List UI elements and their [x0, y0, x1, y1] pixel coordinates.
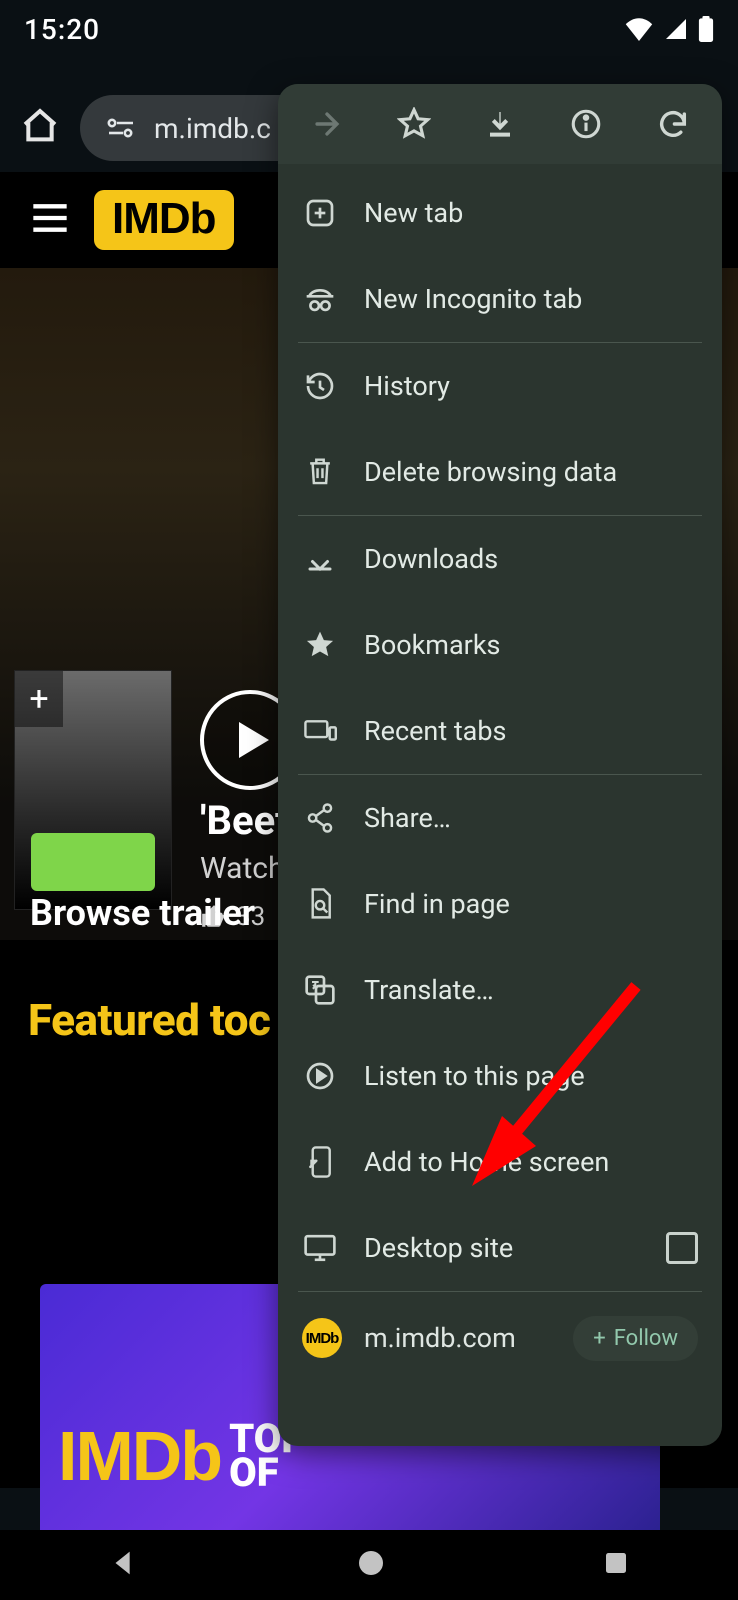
wifi-icon — [624, 17, 654, 41]
menu-item-label: New Incognito tab — [364, 283, 582, 315]
menu-item-label: Listen to this page — [364, 1060, 585, 1092]
play-icon — [239, 722, 269, 758]
find-in-page-icon — [302, 887, 338, 921]
nav-back-icon[interactable] — [107, 1546, 141, 1584]
menu-item-label: Desktop site — [364, 1232, 513, 1264]
trash-icon — [302, 456, 338, 488]
forward-icon[interactable] — [297, 94, 357, 154]
downloads-icon — [302, 544, 338, 574]
nav-recents-icon[interactable] — [601, 1548, 631, 1582]
imdb-logo[interactable]: IMDb — [94, 190, 234, 250]
poster-artwork — [31, 833, 156, 891]
menu-item-label: Bookmarks — [364, 629, 500, 661]
desktop-icon — [302, 1233, 338, 1263]
menu-item-delete-data[interactable]: Delete browsing data — [278, 429, 722, 515]
menu-list: New tab New Incognito tab History Delete… — [278, 164, 722, 1384]
hero-subtitle: Watch — [200, 851, 285, 886]
home-icon[interactable] — [20, 106, 60, 150]
menu-item-share[interactable]: Share… — [278, 775, 722, 861]
site-settings-icon — [106, 116, 136, 140]
menu-item-add-home[interactable]: Add to Home screen — [278, 1119, 722, 1205]
browse-trailers-heading[interactable]: Browse trailer — [30, 892, 255, 934]
menu-item-incognito[interactable]: New Incognito tab — [278, 256, 722, 342]
menu-item-bookmarks[interactable]: Bookmarks — [278, 602, 722, 688]
refresh-icon[interactable] — [643, 94, 703, 154]
new-tab-icon — [302, 197, 338, 229]
menu-item-downloads[interactable]: Downloads — [278, 516, 722, 602]
menu-item-label: Translate… — [364, 974, 494, 1006]
poster-card[interactable]: + — [14, 670, 172, 910]
browser-menu: New tab New Incognito tab History Delete… — [278, 84, 722, 1446]
menu-site-row[interactable]: IMDb m.imdb.com + Follow — [278, 1292, 722, 1384]
menu-item-recent-tabs[interactable]: Recent tabs — [278, 688, 722, 774]
site-favicon: IMDb — [302, 1318, 342, 1358]
battery-icon — [698, 16, 714, 42]
download-icon[interactable] — [470, 94, 530, 154]
menu-item-find-in-page[interactable]: Find in page — [278, 861, 722, 947]
menu-top-row — [278, 84, 722, 164]
plus-icon: + — [593, 1326, 605, 1351]
nav-home-icon[interactable] — [355, 1547, 387, 1583]
history-icon — [302, 370, 338, 402]
menu-item-listen[interactable]: Listen to this page — [278, 1033, 722, 1119]
menu-item-translate[interactable]: Translate… — [278, 947, 722, 1033]
menu-item-history[interactable]: History — [278, 343, 722, 429]
hamburger-icon[interactable] — [30, 201, 70, 239]
menu-item-desktop-site[interactable]: Desktop site — [278, 1205, 722, 1291]
menu-item-label: Delete browsing data — [364, 456, 617, 488]
menu-item-new-tab[interactable]: New tab — [278, 170, 722, 256]
menu-item-label: History — [364, 370, 450, 402]
menu-item-label: Downloads — [364, 543, 498, 575]
status-time: 15:20 — [24, 13, 100, 46]
info-icon[interactable] — [556, 94, 616, 154]
menu-item-label: Recent tabs — [364, 715, 506, 747]
menu-item-label: Find in page — [364, 888, 510, 920]
add-to-watchlist-icon[interactable]: + — [15, 671, 63, 727]
hero-title: 'Beet — [200, 797, 289, 844]
translate-icon — [302, 974, 338, 1006]
share-icon — [302, 802, 338, 834]
menu-site-host: m.imdb.com — [364, 1322, 516, 1354]
bookmarks-star-icon — [302, 629, 338, 661]
follow-button[interactable]: + Follow — [573, 1316, 698, 1361]
recent-tabs-icon — [302, 717, 338, 745]
follow-label: Follow — [614, 1326, 678, 1351]
status-icons — [624, 16, 714, 42]
listen-icon — [302, 1060, 338, 1092]
star-icon[interactable] — [384, 94, 444, 154]
desktop-site-checkbox[interactable] — [666, 1232, 698, 1264]
menu-item-label: New tab — [364, 197, 463, 229]
featured-card-logo: IMDb — [58, 1416, 221, 1496]
add-to-home-icon — [302, 1145, 338, 1179]
cell-signal-icon — [664, 17, 688, 41]
menu-item-label: Add to Home screen — [364, 1146, 609, 1178]
status-bar: 15:20 — [0, 0, 738, 58]
menu-item-label: Share… — [364, 802, 451, 834]
url-text: m.imdb.c — [154, 112, 271, 145]
incognito-icon — [302, 284, 338, 314]
system-navbar — [0, 1530, 738, 1600]
